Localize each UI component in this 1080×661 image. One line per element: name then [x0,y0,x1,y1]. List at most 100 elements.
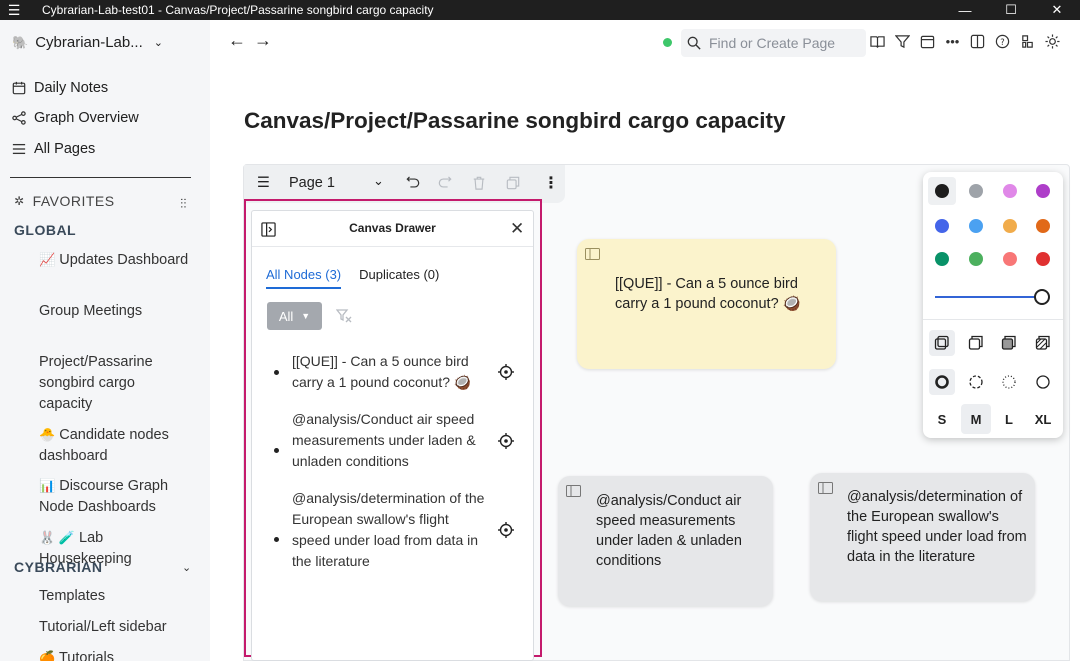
page-name[interactable]: Page 1 [289,175,335,191]
node-text: @analysis/Conduct air speed measurements… [292,411,476,469]
color-swatch[interactable] [935,252,949,266]
tab-all-nodes[interactable]: All Nodes (3) [266,267,342,289]
search-placeholder: Find or Create Page [709,35,836,51]
close-icon[interactable]: ✕ [1034,0,1080,20]
sidebar-link-discourse-graph[interactable]: 📊 Discourse Graph Node Dashboards [39,475,189,518]
sidebar-link-project-passarine[interactable]: Project/Passarine songbird cargo capacit… [39,352,189,415]
trash-icon[interactable] [472,176,486,194]
list-icon [12,143,26,155]
extension-icon[interactable] [1019,33,1036,50]
node-text: [[QUE]] - Can a 5 ounce bird carry a 1 p… [292,353,472,390]
history-nav: ← → [228,30,272,51]
svg-text:?: ? [1000,37,1004,47]
bullet [274,537,279,542]
chevron-down-icon[interactable]: ⌄ [373,173,384,189]
undo-icon[interactable] [406,176,420,194]
left-sidebar: 🐘 Cybrarian-Lab... ⌄ Daily Notes Graph O… [0,20,210,661]
forward-arrow-icon[interactable]: → [254,30,272,51]
fill-solid-icon[interactable] [996,330,1022,356]
sidebar-link-group-meetings[interactable]: Group Meetings [39,301,189,322]
size-xl-button[interactable]: XL [1028,404,1058,434]
sidebar-item-daily-notes[interactable]: Daily Notes [12,80,108,96]
graph-switcher[interactable]: 🐘 Cybrarian-Lab... ⌄ [12,34,163,51]
book-icon[interactable] [869,33,886,50]
locate-target-icon[interactable] [498,364,514,380]
drawer-title: Canvas Drawer [349,221,436,235]
hamburger-icon[interactable]: ☰ [0,2,28,19]
dash-dotted-icon[interactable] [996,369,1022,395]
sidebar-link-tutorials[interactable]: 🍊 Tutorials [39,647,189,661]
chevron-down-icon[interactable]: ⌄ [182,561,191,574]
size-large-button[interactable]: L [996,404,1022,434]
cybrarian-section-header[interactable]: CYBRARIAN [14,559,103,575]
opacity-slider-track[interactable] [935,296,1043,298]
drawer-tabs: All Nodes (3) Duplicates (0) [266,267,439,289]
size-medium-button[interactable]: M [961,404,991,434]
theme-sun-icon[interactable] [1044,33,1061,50]
color-swatch[interactable] [935,219,949,233]
card-text: @analysis/Conduct air speed measurements… [596,493,742,569]
duplicate-icon[interactable] [506,176,520,194]
window-title: Cybrarian-Lab-test01 - Canvas/Project/Pa… [42,3,434,17]
sidebar-link-tutorial-left-sidebar[interactable]: Tutorial/Left sidebar [39,617,189,638]
canvas-node-analysis-airspeed[interactable]: @analysis/Conduct air speed measurements… [558,476,773,606]
bullet [274,370,279,375]
opacity-slider-thumb[interactable] [1034,289,1050,305]
node-card-icon [566,485,581,497]
color-swatch[interactable] [1003,184,1017,198]
favorites-label: FAVORITES [32,193,115,209]
help-icon[interactable]: ? [994,33,1011,50]
close-icon[interactable]: ✕ [510,219,524,239]
color-swatch[interactable] [1036,184,1050,198]
topbar-icons: ••• ? [869,33,1061,50]
color-swatch[interactable] [1036,219,1050,233]
search-input[interactable]: Find or Create Page [681,29,866,57]
tab-duplicates[interactable]: Duplicates (0) [359,267,439,289]
favorites-section-header[interactable]: ✲ FAVORITES [14,193,115,209]
graph-logo-icon: 🐘 [12,34,29,50]
dash-solid-icon[interactable] [1030,369,1056,395]
color-swatch[interactable] [1003,252,1017,266]
sidebar-toggle-icon[interactable] [969,33,986,50]
back-arrow-icon[interactable]: ← [228,30,246,51]
bullet [274,448,279,453]
sidebar-link-candidate-nodes[interactable]: 🐣 Candidate nodes dashboard [39,424,189,467]
maximize-icon[interactable]: ☐ [988,0,1034,20]
canvas-node-analysis-swallow[interactable]: @analysis/determination of the European … [810,473,1035,601]
color-swatch[interactable] [969,219,983,233]
node-card-icon [818,482,833,494]
calendar-icon [12,81,26,95]
calendar-icon[interactable] [919,33,936,50]
sidebar-item-all-pages[interactable]: All Pages [12,141,95,157]
color-swatch[interactable] [969,184,983,198]
sidebar-link-templates[interactable]: Templates [39,586,189,607]
color-swatch[interactable] [969,252,983,266]
redo-icon[interactable] [438,176,452,194]
style-panel: S M L XL [923,172,1063,438]
locate-target-icon[interactable] [498,433,514,449]
dash-dashed-icon[interactable] [963,369,989,395]
dash-draw-icon[interactable] [929,369,955,395]
fill-pattern-icon[interactable] [1030,330,1056,356]
sidebar-item-graph-overview[interactable]: Graph Overview [12,110,139,126]
size-small-button[interactable]: S [929,404,955,434]
clear-filter-icon[interactable] [336,308,352,324]
panel-divider [923,319,1063,320]
fill-semi-icon[interactable] [963,330,989,356]
minimize-icon[interactable]: — [942,0,988,20]
more-icon[interactable]: ••• [944,33,961,50]
color-swatch[interactable] [1036,252,1050,266]
node-type-filter-button[interactable]: All ▼ [267,302,322,330]
pages-menu-icon[interactable]: ☰ [257,175,270,191]
vertical-more-icon[interactable]: ⋮ [543,173,559,193]
locate-target-icon[interactable] [498,522,514,538]
filter-icon[interactable] [894,33,911,50]
color-swatch[interactable] [935,184,949,198]
color-swatch[interactable] [1003,219,1017,233]
sidebar-item-label: All Pages [34,141,96,157]
fill-none-icon[interactable] [929,330,955,356]
sliders-icon[interactable]: ⫶⫶ [180,196,187,212]
card-text: [[QUE]] - Can a 5 ounce bird carry a 1 p… [615,276,801,312]
canvas-node-question[interactable]: [[QUE]] - Can a 5 ounce bird carry a 1 p… [577,239,836,369]
sidebar-link-updates-dashboard[interactable]: 📈 Updates Dashboard [39,249,189,271]
